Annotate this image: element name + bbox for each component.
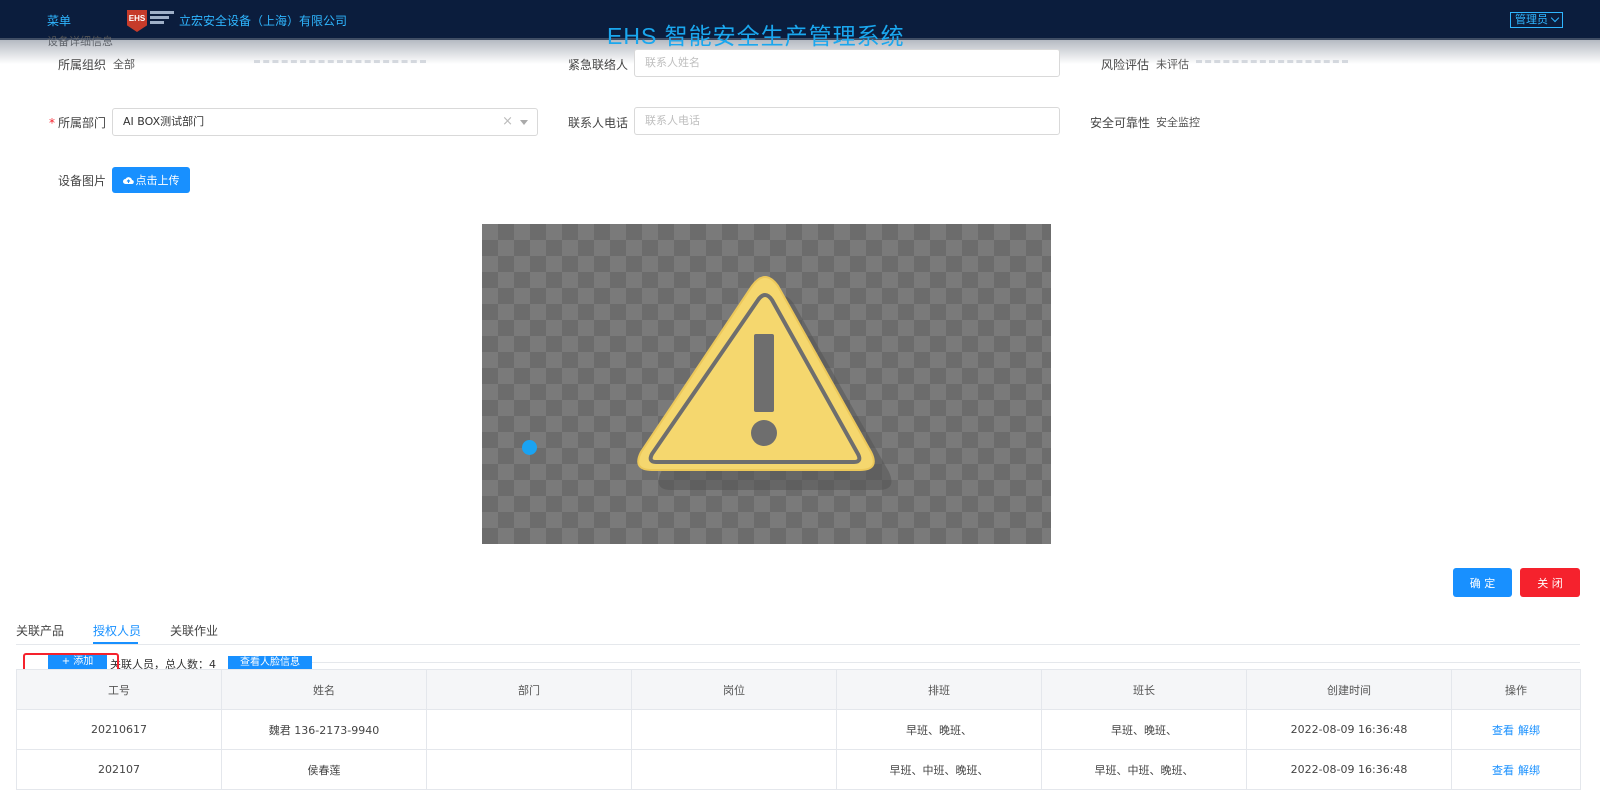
status-dot bbox=[522, 440, 537, 455]
cell-actions: 查看 解绑 bbox=[1451, 749, 1581, 790]
cell-leader: 早班、中班、晚班、 bbox=[1041, 749, 1247, 790]
reliability-value: 安全监控 bbox=[1156, 116, 1200, 129]
face-info-button[interactable]: 查看人脸信息 bbox=[228, 656, 312, 669]
column-header: 班长 bbox=[1041, 669, 1247, 710]
clear-icon[interactable]: × bbox=[502, 109, 513, 135]
dept-select-value: AI BOX测试部门 bbox=[123, 115, 205, 128]
confirm-button[interactable]: 确 定 bbox=[1453, 568, 1512, 597]
chevron-down-icon bbox=[520, 120, 528, 125]
tab-related-products[interactable]: 关联产品 bbox=[16, 622, 64, 639]
company-name: 立宏安全设备（上海）有限公司 bbox=[179, 14, 348, 28]
column-header: 创建时间 bbox=[1246, 669, 1452, 710]
cell-actions: 查看 解绑 bbox=[1451, 709, 1581, 750]
cell-post bbox=[631, 749, 837, 790]
table-header: 工号 姓名 部门 岗位 排班 班长 创建时间 操作 bbox=[16, 669, 1581, 710]
column-header: 部门 bbox=[426, 669, 632, 710]
active-tab-indicator bbox=[93, 642, 138, 644]
view-link[interactable]: 查看 bbox=[1492, 764, 1514, 777]
upload-button-label: 点击上传 bbox=[135, 174, 180, 187]
tab-divider bbox=[16, 644, 1580, 645]
column-header: 工号 bbox=[16, 669, 222, 710]
cell-id: 20210617 bbox=[16, 709, 222, 750]
unbind-link[interactable]: 解绑 bbox=[1518, 724, 1540, 737]
contact-label: 紧急联络人 bbox=[568, 58, 629, 72]
contact-name-input[interactable]: 联系人姓名 bbox=[634, 49, 1060, 77]
org-label: 所属组织 bbox=[58, 58, 107, 72]
cell-created: 2022-08-09 16:36:48 bbox=[1246, 749, 1452, 790]
loading-divider bbox=[1196, 60, 1348, 64]
cell-dept bbox=[426, 749, 632, 790]
logo-mark-icon bbox=[150, 11, 174, 29]
device-image-preview bbox=[482, 224, 1051, 544]
chevron-down-icon bbox=[1550, 13, 1560, 23]
cell-created: 2022-08-09 16:36:48 bbox=[1246, 709, 1452, 750]
required-asterisk: * bbox=[49, 116, 55, 130]
warning-triangle-icon bbox=[637, 276, 892, 490]
cell-id: 202107 bbox=[16, 749, 222, 790]
close-button[interactable]: 关 闭 bbox=[1520, 568, 1580, 597]
user-menu[interactable]: 管理员 bbox=[1510, 12, 1563, 28]
tab-related-jobs[interactable]: 关联作业 bbox=[170, 622, 218, 639]
column-header: 姓名 bbox=[221, 669, 427, 710]
table-row: 202107 侯春莲 早班、中班、晚班、 早班、中班、晚班、 2022-08-0… bbox=[16, 749, 1581, 790]
dept-select[interactable]: AI BOX测试部门 × bbox=[112, 108, 538, 136]
cell-dept bbox=[426, 709, 632, 750]
view-link[interactable]: 查看 bbox=[1492, 724, 1514, 737]
upload-button[interactable]: 点击上传 bbox=[112, 167, 190, 193]
menu-link[interactable]: 菜单 bbox=[47, 12, 71, 29]
company-logo-icon: EHS bbox=[127, 10, 147, 32]
contact-phone-input[interactable]: 联系人电话 bbox=[634, 107, 1060, 135]
column-header: 排班 bbox=[836, 669, 1042, 710]
cell-shift: 早班、晚班、 bbox=[836, 709, 1042, 750]
user-menu-label: 管理员 bbox=[1515, 13, 1548, 26]
system-title: EHS 智能安全生产管理系统 bbox=[607, 23, 905, 49]
dept-label: * 所属部门 bbox=[49, 116, 107, 130]
cloud-upload-icon bbox=[122, 177, 134, 185]
loading-divider bbox=[254, 60, 426, 64]
authorized-staff-table: 工号 姓名 部门 岗位 排班 班长 创建时间 操作 20210617 魏君 13… bbox=[16, 669, 1581, 790]
column-header: 岗位 bbox=[631, 669, 837, 710]
risk-label: 风险评估 bbox=[1101, 58, 1150, 72]
cell-post bbox=[631, 709, 837, 750]
cell-name: 侯春莲 bbox=[221, 749, 427, 790]
section-title: 设备详细信息 bbox=[47, 35, 113, 48]
cell-leader: 早班、晚班、 bbox=[1041, 709, 1247, 750]
phone-label: 联系人电话 bbox=[568, 116, 629, 130]
tab-authorized-staff[interactable]: 授权人员 bbox=[93, 622, 141, 639]
org-value: 全部 bbox=[113, 58, 135, 71]
unbind-link[interactable]: 解绑 bbox=[1518, 764, 1540, 777]
cell-shift: 早班、中班、晚班、 bbox=[836, 749, 1042, 790]
table-row: 20210617 魏君 136-2173-9940 早班、晚班、 早班、晚班、 … bbox=[16, 709, 1581, 750]
cell-name: 魏君 136-2173-9940 bbox=[221, 709, 427, 750]
column-header: 操作 bbox=[1451, 669, 1581, 710]
image-label: 设备图片 bbox=[58, 174, 107, 188]
reliability-label: 安全可靠性 bbox=[1090, 116, 1151, 130]
toolbar-divider bbox=[312, 662, 1580, 663]
risk-value: 未评估 bbox=[1156, 58, 1189, 71]
